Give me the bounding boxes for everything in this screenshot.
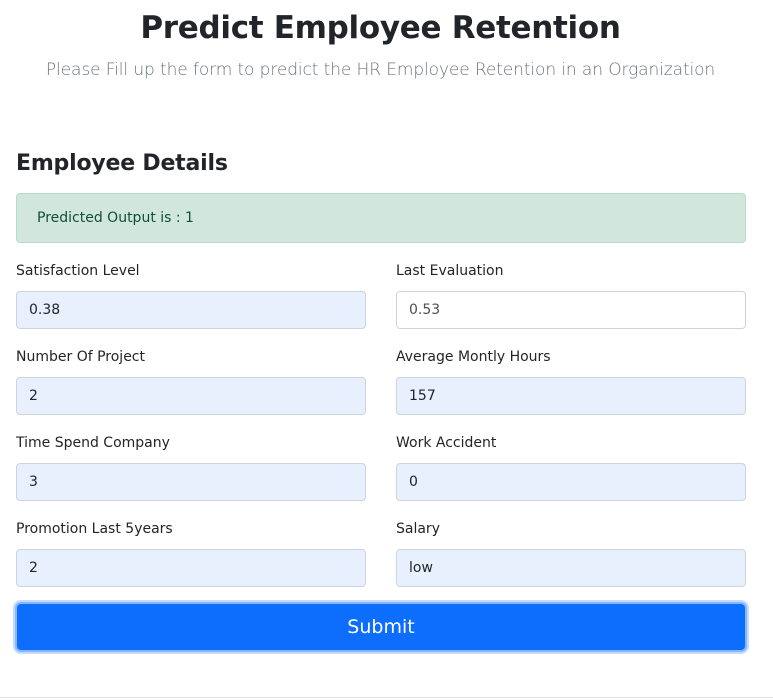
satisfaction-level-input[interactable] xyxy=(16,291,366,329)
section-title: Employee Details xyxy=(16,151,228,176)
salary-label: Salary xyxy=(396,521,440,537)
last-evaluation-label: Last Evaluation xyxy=(396,263,504,279)
last-evaluation-input[interactable] xyxy=(396,291,746,329)
prediction-alert-text: Predicted Output is : 1 xyxy=(37,210,194,226)
average-montly-hours-label: Average Montly Hours xyxy=(396,349,551,365)
promotion-last-5years-label: Promotion Last 5years xyxy=(16,521,173,537)
satisfaction-level-label: Satisfaction Level xyxy=(16,263,140,279)
average-montly-hours-input[interactable] xyxy=(396,377,746,415)
prediction-alert: Predicted Output is : 1 xyxy=(16,193,746,243)
time-spend-company-label: Time Spend Company xyxy=(16,435,170,451)
number-project-label: Number Of Project xyxy=(16,349,145,365)
page: Predict Employee Retention Please Fill u… xyxy=(0,0,773,700)
time-spend-company-input[interactable] xyxy=(16,463,366,501)
bottom-divider xyxy=(0,697,773,698)
work-accident-input[interactable] xyxy=(396,463,746,501)
page-title: Predict Employee Retention xyxy=(140,10,621,46)
page-subtitle: Please Fill up the form to predict the H… xyxy=(45,60,716,80)
number-project-input[interactable] xyxy=(16,377,366,415)
submit-button[interactable]: Submit xyxy=(15,602,747,652)
work-accident-label: Work Accident xyxy=(396,435,497,451)
salary-input[interactable] xyxy=(396,549,746,587)
promotion-last-5years-input[interactable] xyxy=(16,549,366,587)
